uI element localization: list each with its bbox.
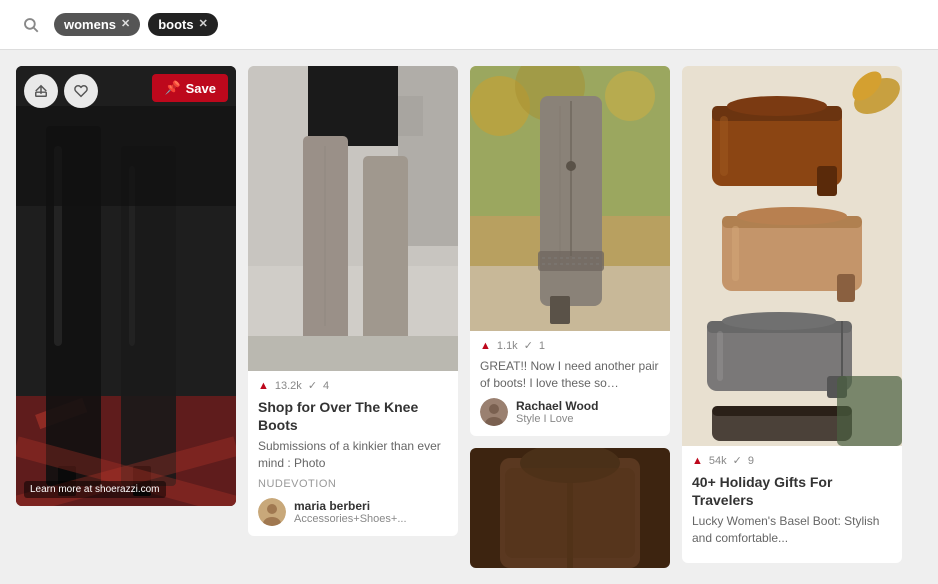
- pin-icon: 📌: [164, 80, 180, 96]
- pin-overlay-1: [24, 74, 98, 108]
- like-count-2: 4: [323, 380, 329, 392]
- pin-source-2: NUDEVOTION: [258, 478, 448, 490]
- repin-icon-3: ▲: [480, 340, 491, 352]
- like-count-3: 1: [539, 340, 545, 352]
- pin-image-svg-5: [682, 66, 902, 446]
- pin-grid: 📌 Save Learn more at shoerazzi.com: [0, 50, 938, 584]
- pin-card-1[interactable]: 📌 Save Learn more at shoerazzi.com: [16, 66, 236, 506]
- pin-image-2: [248, 66, 458, 371]
- share-icon: [34, 84, 48, 98]
- pin-image-svg-2: [248, 66, 458, 371]
- column-3: ▲ 1.1k ✓ 1 GREAT!! Now I need another pa…: [470, 66, 670, 568]
- pin-title-5: 40+ Holiday Gifts For Travelers: [692, 473, 892, 509]
- like-button-1[interactable]: [64, 74, 98, 108]
- user-name-2: maria berberi: [294, 499, 407, 513]
- tag-womens[interactable]: womens ✕: [54, 13, 140, 36]
- user-name-3: Rachael Wood: [516, 399, 598, 413]
- pin-image-4: [470, 448, 670, 568]
- tag-boots-label: boots: [158, 17, 193, 32]
- tag-boots-close[interactable]: ✕: [199, 19, 208, 30]
- pin-stats-3: ▲ 1.1k ✓ 1: [480, 339, 660, 352]
- pin-desc-5: Lucky Women's Basel Boot: Stylish and co…: [692, 513, 892, 547]
- user-info-2: maria berberi Accessories+Shoes+...: [294, 499, 407, 525]
- pin-image-1: 📌 Save Learn more at shoerazzi.com: [16, 66, 236, 506]
- pin-info-3: ▲ 1.1k ✓ 1 GREAT!! Now I need another pa…: [470, 331, 670, 436]
- pin-desc-2: Submissions of a kinkier than ever mind …: [258, 438, 448, 472]
- tag-womens-label: womens: [64, 17, 116, 32]
- check-icon-5: ✓: [733, 454, 742, 467]
- tag-womens-close[interactable]: ✕: [121, 19, 130, 30]
- repin-icon-5: ▲: [692, 455, 703, 467]
- like-count-5: 9: [748, 455, 754, 467]
- pin-image-svg-3: [470, 66, 670, 331]
- search-button[interactable]: [16, 10, 46, 40]
- column-4: ▲ 54k ✓ 9 40+ Holiday Gifts For Traveler…: [682, 66, 902, 563]
- pin-info-2: ▲ 13.2k ✓ 4 Shop for Over The Knee Boots…: [248, 371, 458, 536]
- tag-boots[interactable]: boots ✕: [148, 13, 218, 36]
- pin-stats-2: ▲ 13.2k ✓ 4: [258, 379, 448, 392]
- pin-card-3[interactable]: ▲ 1.1k ✓ 1 GREAT!! Now I need another pa…: [470, 66, 670, 436]
- repin-count-2: 13.2k: [275, 380, 302, 392]
- pin-title-2: Shop for Over The Knee Boots: [258, 398, 448, 434]
- user-board-3: Style I Love: [516, 413, 598, 425]
- pin-card-2[interactable]: ▲ 13.2k ✓ 4 Shop for Over The Knee Boots…: [248, 66, 458, 536]
- pin-card-4[interactable]: [470, 448, 670, 568]
- avatar-2: [258, 498, 286, 526]
- avatar-3: [480, 398, 508, 426]
- check-icon-3: ✓: [524, 339, 533, 352]
- pin-desc-3: GREAT!! Now I need another pair of boots…: [480, 358, 660, 392]
- repin-icon-2: ▲: [258, 380, 269, 392]
- pin-image-svg-4: [470, 448, 670, 568]
- user-board-2: Accessories+Shoes+...: [294, 513, 407, 525]
- column-2: ▲ 13.2k ✓ 4 Shop for Over The Knee Boots…: [248, 66, 458, 536]
- heart-icon: [74, 84, 88, 98]
- pin-image-svg-1: [16, 66, 236, 506]
- user-info-3: Rachael Wood Style I Love: [516, 399, 598, 425]
- pin-card-5[interactable]: ▲ 54k ✓ 9 40+ Holiday Gifts For Traveler…: [682, 66, 902, 563]
- avatar-svg-2: [258, 498, 286, 526]
- check-icon-2: ✓: [308, 379, 317, 392]
- header: womens ✕ boots ✕: [0, 0, 938, 50]
- pin-user-2[interactable]: maria berberi Accessories+Shoes+...: [258, 498, 448, 526]
- save-button-1[interactable]: 📌 Save: [152, 74, 228, 102]
- repin-count-5: 54k: [709, 455, 727, 467]
- pin-stats-5: ▲ 54k ✓ 9: [692, 454, 892, 467]
- search-icon: [22, 16, 40, 34]
- repin-count-3: 1.1k: [497, 340, 518, 352]
- pin-image-5: [682, 66, 902, 446]
- pin-user-3[interactable]: Rachael Wood Style I Love: [480, 398, 660, 426]
- column-1: 📌 Save Learn more at shoerazzi.com: [16, 66, 236, 506]
- pin-info-5: ▲ 54k ✓ 9 40+ Holiday Gifts For Traveler…: [682, 446, 902, 563]
- share-button-1[interactable]: [24, 74, 58, 108]
- pin-image-3: [470, 66, 670, 331]
- source-label-1: Learn more at shoerazzi.com: [24, 481, 166, 498]
- avatar-svg-3: [480, 398, 508, 426]
